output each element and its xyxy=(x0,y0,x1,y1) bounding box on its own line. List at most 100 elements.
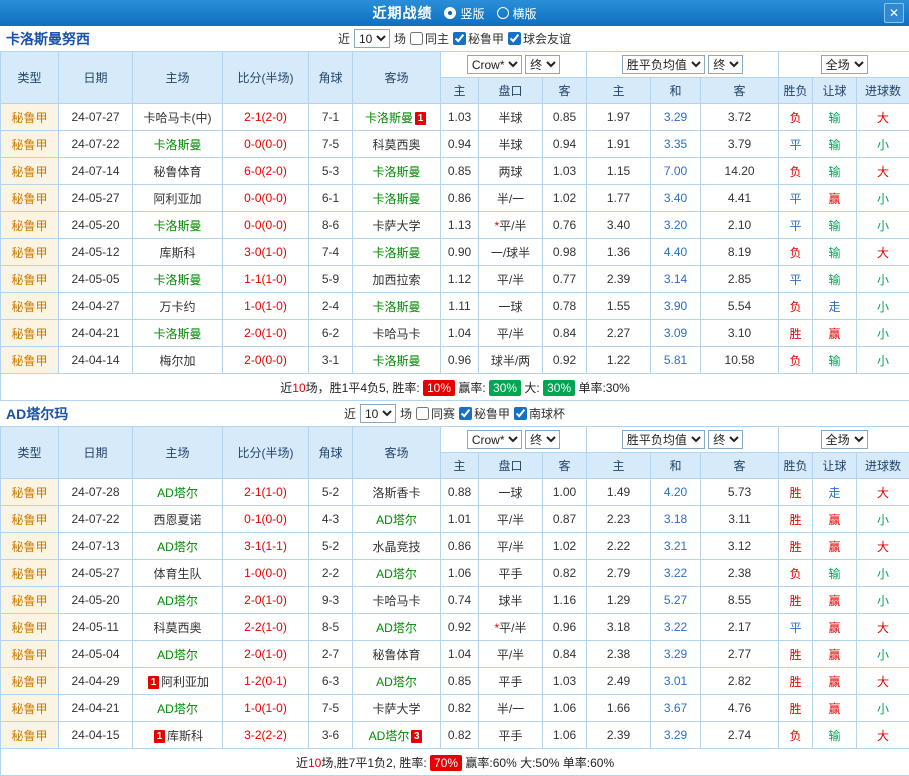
handicap-line: 一球 xyxy=(479,293,543,320)
result-cell: 负 xyxy=(779,104,813,131)
team-label: 科莫西奥 xyxy=(372,138,420,152)
euro-home-odds: 2.39 xyxy=(587,266,651,293)
team-name: 卡洛斯曼努西 xyxy=(6,29,90,49)
europe-company-select[interactable]: 胜平负均值 xyxy=(622,430,705,449)
close-icon[interactable]: ✕ xyxy=(884,3,904,23)
filter-checkbox[interactable] xyxy=(453,32,466,45)
europe-company-select[interactable]: 胜平负均值 xyxy=(622,55,705,74)
handicap-result-cell: 赢 xyxy=(813,668,857,695)
goals-result-cell: 小 xyxy=(857,185,909,212)
handicap-result-cell: 赢 xyxy=(813,506,857,533)
near-label: 近 xyxy=(338,30,350,47)
filter-checkbox[interactable] xyxy=(508,32,521,45)
handicap-result-cell: 输 xyxy=(813,722,857,749)
asia-home-odds: 0.86 xyxy=(441,533,479,560)
filter-option[interactable]: 同主 xyxy=(410,30,449,47)
scope-select[interactable]: 全场 xyxy=(821,430,868,449)
euro-away-odds: 2.74 xyxy=(701,722,779,749)
result-cell: 胜 xyxy=(779,506,813,533)
asia-home-odds: 0.86 xyxy=(441,185,479,212)
home-team-cell: 卡洛斯曼 xyxy=(133,131,223,158)
goals-result-cell: 大 xyxy=(857,614,909,641)
result-cell: 负 xyxy=(779,239,813,266)
summary-row: 近10场,胜7平1负2, 胜率: 70% 赢率:60% 大:50% 单率:60% xyxy=(1,749,909,776)
radio-vertical[interactable]: 竖版 xyxy=(444,5,484,22)
filter-option[interactable]: 秘鲁甲 xyxy=(453,30,504,47)
handicap-result-cell: 赢 xyxy=(813,695,857,722)
goals-result-cell: 小 xyxy=(857,131,909,158)
home-team-cell: AD塔尔 xyxy=(133,479,223,506)
corner-cell: 8-5 xyxy=(309,614,353,641)
sub-col-header: 进球数 xyxy=(857,78,909,104)
result-cell: 胜 xyxy=(779,641,813,668)
radio-vertical-icon[interactable] xyxy=(444,7,456,19)
handicap-result-cell: 输 xyxy=(813,347,857,374)
asia-company-select[interactable]: Crow* xyxy=(467,430,522,449)
euro-away-odds: 4.76 xyxy=(701,695,779,722)
match-row: 秘鲁甲24-07-14秘鲁体育6-0(2-0)5-3卡洛斯曼0.85两球1.03… xyxy=(1,158,909,185)
match-row: 秘鲁甲24-07-22西恩夏诺0-1(0-0)4-3AD塔尔1.01平/半0.8… xyxy=(1,506,909,533)
league-cell: 秘鲁甲 xyxy=(1,266,59,293)
europe-final-select[interactable]: 终 xyxy=(708,55,743,74)
near-label: 近 xyxy=(344,405,356,422)
team-label: 万卡约 xyxy=(159,300,195,314)
handicap-line-label: 平手 xyxy=(498,675,522,689)
match-row: 秘鲁甲24-05-27阿利亚加0-0(0-0)6-1卡洛斯曼0.86半/一1.0… xyxy=(1,185,909,212)
europe-final-select[interactable]: 终 xyxy=(708,430,743,449)
filter-option[interactable]: 南球杯 xyxy=(514,405,565,422)
league-cell: 秘鲁甲 xyxy=(1,641,59,668)
corner-cell: 7-4 xyxy=(309,239,353,266)
euro-draw-odds: 3.20 xyxy=(651,212,701,239)
filter-checkbox[interactable] xyxy=(416,407,429,420)
asia-final-select[interactable]: 终 xyxy=(525,55,560,74)
asia-final-select[interactable]: 终 xyxy=(525,430,560,449)
match-row: 秘鲁甲24-04-14梅尔加2-0(0-0)3-1卡洛斯曼0.96球半/两0.9… xyxy=(1,347,909,374)
euro-draw-odds: 3.90 xyxy=(651,293,701,320)
asia-company-select[interactable]: Crow* xyxy=(467,55,522,74)
goals-result-cell: 小 xyxy=(857,695,909,722)
filter-checkbox[interactable] xyxy=(410,32,423,45)
team-label: 卡哈马卡 xyxy=(372,594,420,608)
handicap-line-label: 一球 xyxy=(498,300,522,314)
team-label: 卡洛斯曼 xyxy=(365,111,413,125)
summary-segment: 30% xyxy=(489,380,521,396)
summary-table-row: 近10场,胜7平1负2, 胜率: 70% 赢率:60% 大:50% 单率:60% xyxy=(1,749,909,776)
result-cell: 负 xyxy=(779,293,813,320)
team-label: 秘鲁体育 xyxy=(372,648,420,662)
team-name: AD塔尔玛 xyxy=(6,404,68,424)
handicap-line: 平/半 xyxy=(479,641,543,668)
euro-draw-odds: 3.22 xyxy=(651,560,701,587)
handicap-result-cell: 赢 xyxy=(813,587,857,614)
filter-option-label: 南球杯 xyxy=(529,405,565,422)
euro-draw-odds: 3.29 xyxy=(651,641,701,668)
euro-away-odds: 2.38 xyxy=(701,560,779,587)
filter-option[interactable]: 球会友谊 xyxy=(508,30,571,47)
summary-segment: 近 xyxy=(296,756,308,770)
radio-horizontal-icon[interactable] xyxy=(497,7,509,19)
rows-body: 秘鲁甲24-07-28AD塔尔2-1(1-0)5-2洛斯香卡0.88一球1.00… xyxy=(1,479,909,749)
euro-home-odds: 2.27 xyxy=(587,320,651,347)
euro-draw-odds: 7.00 xyxy=(651,158,701,185)
euro-home-odds: 1.22 xyxy=(587,347,651,374)
handicap-line: 半/一 xyxy=(479,695,543,722)
filter-option[interactable]: 秘鲁甲 xyxy=(459,405,510,422)
corner-cell: 3-1 xyxy=(309,347,353,374)
team-label: AD塔尔 xyxy=(157,486,198,500)
filter-checkbox[interactable] xyxy=(514,407,527,420)
filter-option[interactable]: 同赛 xyxy=(416,405,455,422)
handicap-line: 平/半 xyxy=(479,320,543,347)
handicap-result-cell: 输 xyxy=(813,158,857,185)
corner-cell: 8-6 xyxy=(309,212,353,239)
handicap-result-cell: 赢 xyxy=(813,641,857,668)
filter-checkbox[interactable] xyxy=(459,407,472,420)
goals-result-cell: 小 xyxy=(857,212,909,239)
away-team-cell: 科莫西奥 xyxy=(353,131,441,158)
recent-count-select[interactable]: 10 xyxy=(354,29,390,48)
scope-select[interactable]: 全场 xyxy=(821,55,868,74)
result-cell: 胜 xyxy=(779,479,813,506)
radio-horizontal[interactable]: 横版 xyxy=(497,5,537,22)
euro-draw-odds: 3.21 xyxy=(651,533,701,560)
home-team-cell: 科莫西奥 xyxy=(133,614,223,641)
team-label: AD塔尔 xyxy=(157,594,198,608)
recent-count-select[interactable]: 10 xyxy=(360,404,396,423)
